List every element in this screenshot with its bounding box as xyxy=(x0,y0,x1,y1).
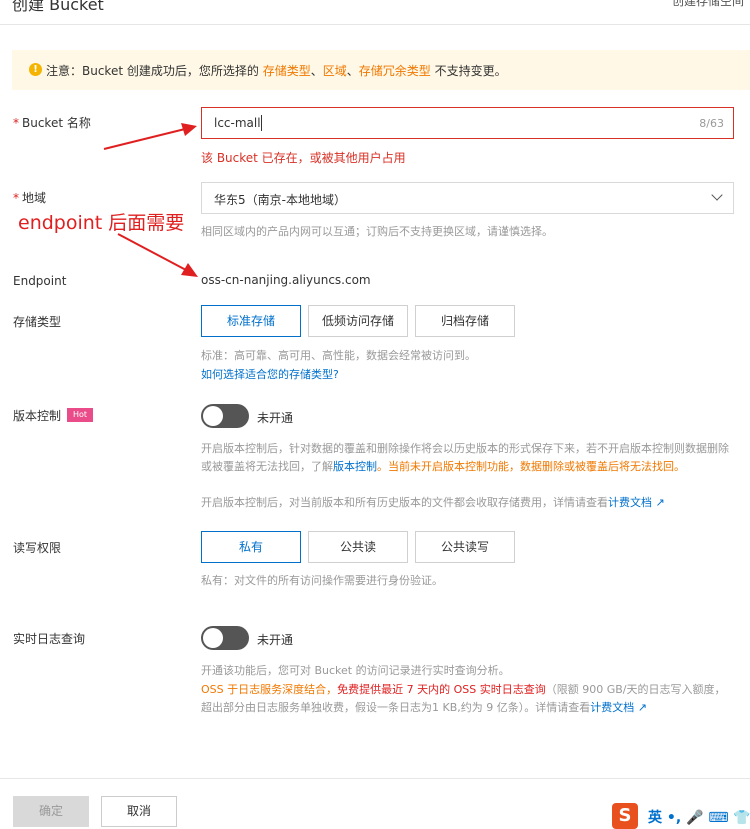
endpoint-value: oss-cn-nanjing.aliyuncs.com xyxy=(201,273,371,287)
confirm-button[interactable]: 确定 xyxy=(13,796,89,827)
cancel-button[interactable]: 取消 xyxy=(101,796,177,827)
versioning-state: 未开通 xyxy=(257,411,294,425)
external-link-icon: ↗ xyxy=(637,701,647,714)
versioning-doc-link[interactable]: 版本控制 xyxy=(333,460,377,473)
footer-divider xyxy=(0,778,750,779)
toggle-knob xyxy=(203,628,223,648)
endpoint-label: Endpoint xyxy=(13,274,67,288)
storage-class-label: 存储类型 xyxy=(13,315,62,329)
acl-private-button[interactable]: 私有 xyxy=(201,531,301,563)
acl-public-read-write-button[interactable]: 公共读写 xyxy=(415,531,515,563)
ime-status[interactable]: 英 •, 🎤 ⌨ 👕 ⋯ xyxy=(648,807,750,827)
external-link-icon: ↗ xyxy=(655,496,665,509)
acl-label: 读写权限 xyxy=(13,541,62,555)
versioning-billing-link[interactable]: 计费文档 ↗ xyxy=(608,496,665,509)
logging-toggle[interactable] xyxy=(201,626,249,650)
hot-badge: Hot xyxy=(67,408,93,422)
versioning-toggle[interactable] xyxy=(201,404,249,428)
storage-standard-button[interactable]: 标准存储 xyxy=(201,305,301,337)
logging-billing-link[interactable]: 计费文档 ↗ xyxy=(590,701,647,714)
sogou-logo-icon: S xyxy=(612,803,638,829)
acl-help: 私有：对文件的所有访问操作需要进行身份验证。 xyxy=(201,574,443,587)
logging-label: 实时日志查询 xyxy=(13,632,86,646)
logging-pricing-help: OSS 于日志服务深度结合，免费提供最近 7 天内的 OSS 实时日志查询（限额… xyxy=(201,683,726,714)
versioning-label: 版本控制 xyxy=(13,409,62,423)
storage-class-link[interactable]: 如何选择适合您的存储类型? xyxy=(201,366,339,384)
storage-class-help: 标准：高可靠、高可用、高性能，数据会经常被访问到。 xyxy=(201,349,476,362)
toggle-knob xyxy=(203,406,223,426)
red-arrow-icon xyxy=(103,123,197,150)
versioning-help: 开启版本控制后，针对数据的覆盖和删除操作将会以历史版本的形式保存下来，若不开启版… xyxy=(201,442,729,473)
logging-help: 开通该功能后，您可对 Bucket 的访问记录进行实时查询分析。 xyxy=(201,664,510,677)
versioning-billing-help: 开启版本控制后，对当前版本和所有历史版本的文件都会收取存储费用，详情请查看计费文… xyxy=(201,496,665,509)
storage-archive-button[interactable]: 归档存储 xyxy=(415,305,515,337)
acl-public-read-button[interactable]: 公共读 xyxy=(308,531,408,563)
red-arrow-icon xyxy=(117,233,198,277)
logging-state: 未开通 xyxy=(257,633,294,647)
storage-ia-button[interactable]: 低频访问存储 xyxy=(308,305,408,337)
